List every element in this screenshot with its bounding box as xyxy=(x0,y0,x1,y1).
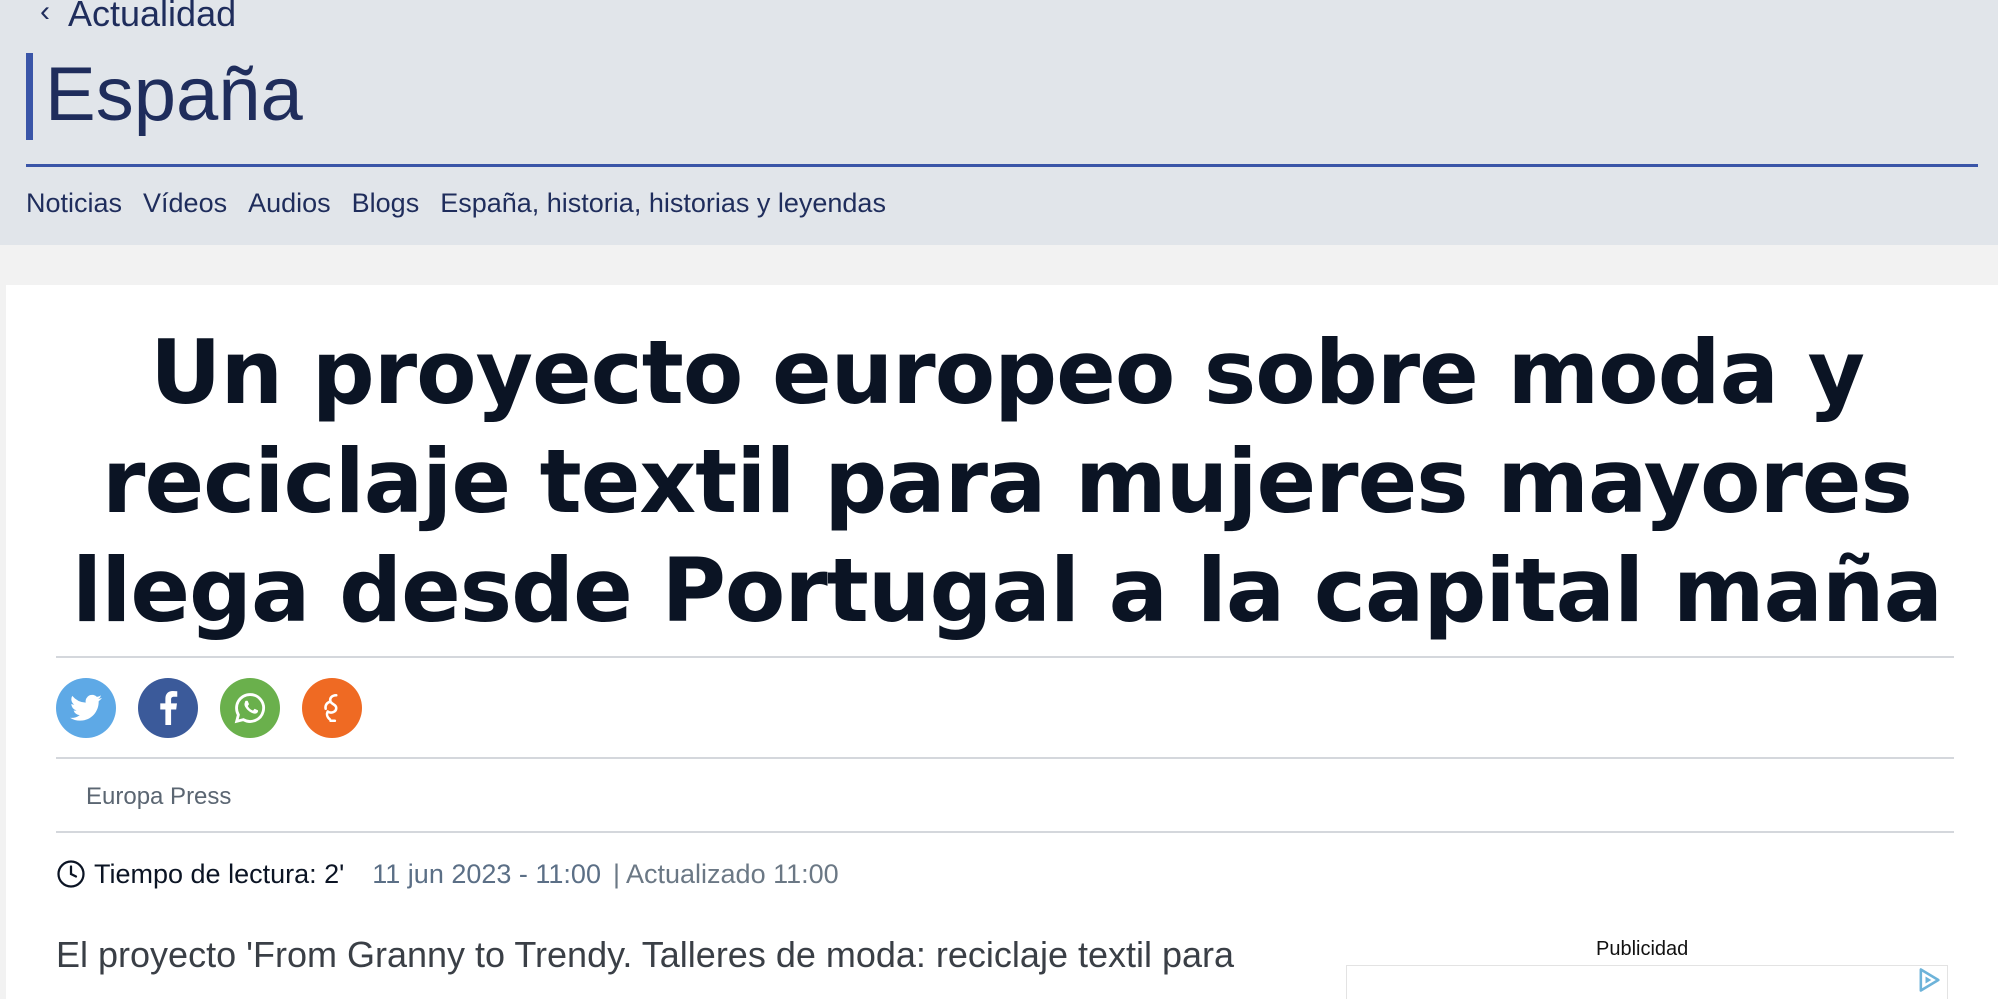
back-link[interactable]: ‹ Actualidad xyxy=(40,0,236,34)
clock-icon xyxy=(57,860,85,888)
reading-time: Tiempo de lectura: 2' xyxy=(94,859,345,889)
share-whatsapp-button[interactable] xyxy=(220,678,280,738)
ad-label: Publicidad xyxy=(1596,938,1689,960)
share-bar xyxy=(56,678,362,738)
section-divider xyxy=(26,164,1978,167)
subnav-item-audios[interactable]: Audios xyxy=(248,186,331,220)
subnav-item-videos[interactable]: Vídeos xyxy=(143,186,227,220)
article-meta: Tiempo de lectura: 2' 11 jun 2023 - 11:0… xyxy=(56,857,839,891)
publish-date: 11 jun 2023 - 11:00 xyxy=(372,859,601,889)
share-meneame-button[interactable] xyxy=(302,678,362,738)
ad-slot[interactable] xyxy=(1346,965,1948,999)
article-headline: Un proyecto europeo sobre moda y recicla… xyxy=(72,321,1943,642)
section-header: ‹ Actualidad España Noticias Vídeos Audi… xyxy=(0,0,1998,245)
page: ‹ Actualidad España Noticias Vídeos Audi… xyxy=(0,0,1998,999)
section-subnav: Noticias Vídeos Audios Blogs España, his… xyxy=(26,186,886,220)
back-link-label: Actualidad xyxy=(68,0,237,34)
article-card: Un proyecto europeo sobre moda y recicla… xyxy=(6,285,1998,999)
chevron-left-icon: ‹ xyxy=(40,0,50,28)
subnav-item-blogs[interactable]: Blogs xyxy=(352,186,420,220)
share-twitter-button[interactable] xyxy=(56,678,116,738)
facebook-icon xyxy=(160,691,178,725)
divider-top xyxy=(56,656,1954,658)
subnav-item-historia[interactable]: España, historia, historias y leyendas xyxy=(440,186,886,220)
divider-middle xyxy=(56,757,1954,759)
divider-bottom xyxy=(56,831,1954,833)
meneame-icon xyxy=(324,693,338,723)
article-source: Europa Press xyxy=(86,783,232,810)
twitter-icon xyxy=(70,694,102,721)
section-title: España xyxy=(45,52,303,137)
updated-time: | Actualizado 11:00 xyxy=(612,859,839,889)
section-title-block: España xyxy=(26,53,303,140)
whatsapp-icon xyxy=(234,693,265,724)
share-facebook-button[interactable] xyxy=(138,678,198,738)
adchoices-icon[interactable] xyxy=(1915,966,1943,994)
article-lead: El proyecto 'From Granny to Trendy. Tall… xyxy=(56,934,1235,975)
subnav-item-noticias[interactable]: Noticias xyxy=(26,186,122,220)
